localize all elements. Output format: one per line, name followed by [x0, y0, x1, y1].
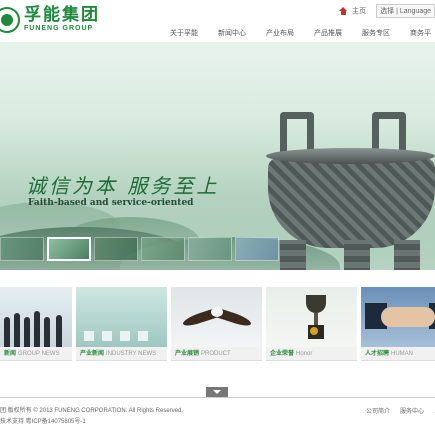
main-nav: 关于孚能 新闻中心 产业布局 产品推展 服务专区 商务平	[170, 28, 435, 38]
footer-links: 公司简介 服务中心 人	[366, 406, 435, 415]
top-bar: 主页 选择 | Language	[339, 4, 435, 18]
slide-thumb-1[interactable]	[0, 237, 44, 261]
factory-image	[76, 287, 167, 347]
slide-thumbnails	[0, 237, 279, 261]
slide-thumb-4[interactable]	[141, 237, 185, 261]
logo-chinese-name: 孚能集团	[24, 5, 100, 25]
slide-thumb-3[interactable]	[94, 237, 138, 261]
icp-text: 技术支持 粤ICP备14075805号-1	[0, 419, 86, 425]
bronze-ding-image	[262, 112, 435, 270]
nav-item-service[interactable]: 服务专区	[362, 28, 410, 38]
footer-link-about[interactable]: 公司简介	[366, 406, 390, 415]
card-subtitle: HUMAN	[391, 351, 414, 357]
card-title: 人才招聘	[365, 351, 390, 357]
nav-item-business[interactable]: 商务平	[410, 28, 435, 38]
group-photo-image	[0, 287, 72, 347]
card-honor[interactable]: 企业荣誉 Honor	[266, 287, 357, 361]
collapse-toggle-button[interactable]	[206, 387, 228, 397]
logo[interactable]: 孚能集团 FUNENG GROUP	[0, 6, 100, 33]
site-header: 孚能集团 FUNENG GROUP 主页 选择 | Language 关于孚能 …	[0, 0, 435, 42]
copyright-text: 团 版权所有 © 2013 FUNENG CORPORATION. All Ri…	[0, 408, 184, 414]
card-industry-news[interactable]: 产业新闻 INDUSTRY NEWS	[76, 287, 167, 361]
home-icon[interactable]	[339, 7, 348, 15]
slide-thumb-2[interactable]	[47, 237, 91, 261]
home-link[interactable]: 主页	[352, 6, 366, 16]
logo-english-name: FUNENG GROUP	[24, 25, 94, 32]
footer-link-service[interactable]: 服务中心	[400, 406, 424, 415]
card-subtitle: GROUP NEWS	[18, 351, 60, 357]
card-title: 企业荣誉	[270, 351, 295, 357]
nav-item-industry[interactable]: 产业布局	[266, 28, 314, 38]
slide-thumb-6[interactable]	[235, 237, 279, 261]
logo-icon	[0, 6, 20, 33]
nav-item-news[interactable]: 新闻中心	[218, 28, 266, 38]
card-subtitle: INDUSTRY NEWS	[106, 351, 157, 357]
language-select[interactable]: 选择 | Language	[376, 4, 435, 18]
footer-info: 团 版权所有 © 2013 FUNENG CORPORATION. All Ri…	[0, 406, 183, 428]
eagle-image	[171, 287, 262, 347]
slide-thumb-5[interactable]	[188, 237, 232, 261]
card-human-resources[interactable]: 人才招聘 HUMAN	[361, 287, 435, 361]
card-group-news[interactable]: 新闻 GROUP NEWS	[0, 287, 72, 361]
card-subtitle: Honor	[296, 351, 313, 357]
card-product[interactable]: 产业展销 PRODUCT	[171, 287, 262, 361]
card-title: 产业展销	[175, 351, 200, 357]
banner-slogan-chinese: 诚信为本 服务至上	[26, 174, 220, 198]
card-title: 产业新闻	[80, 351, 105, 357]
hero-banner[interactable]: 诚信为本 服务至上 Faith-based and service-orient…	[0, 42, 435, 270]
footer-divider	[0, 397, 435, 398]
trophy-image	[266, 287, 357, 347]
nav-item-about[interactable]: 关于孚能	[170, 28, 218, 38]
nav-item-products[interactable]: 产品推展	[314, 28, 362, 38]
handshake-image	[361, 287, 435, 347]
card-title: 新闻	[4, 351, 17, 357]
banner-slogan-english: Faith-based and service-oriented	[28, 198, 194, 208]
card-subtitle: PRODUCT	[201, 351, 231, 357]
feature-cards: 新闻 GROUP NEWS 产业新闻 INDUSTRY NEWS 产业展销 PRODU…	[0, 287, 435, 361]
